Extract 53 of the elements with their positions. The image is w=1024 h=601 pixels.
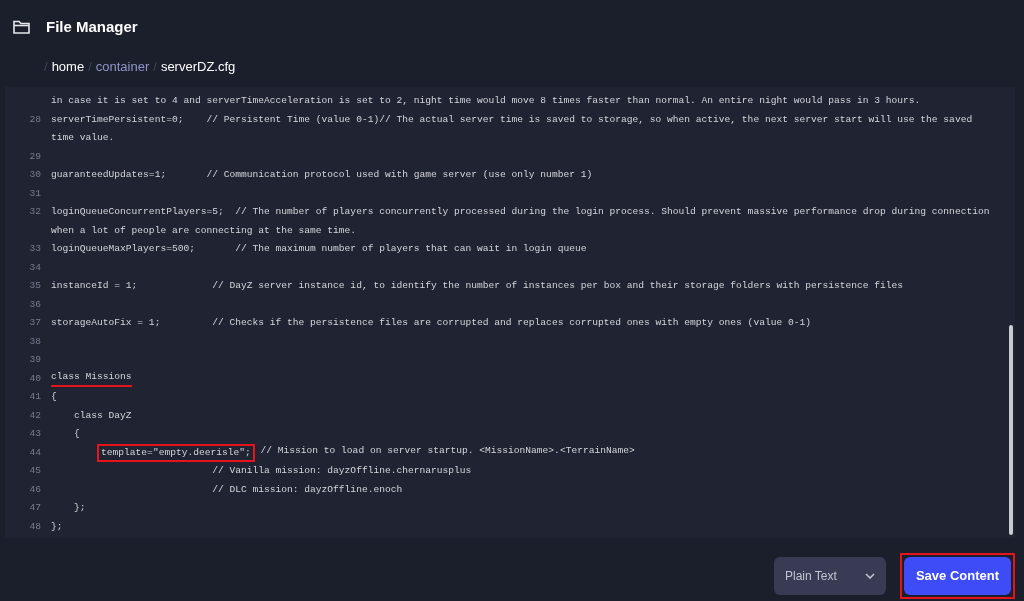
code-line: instanceId = 1; // DayZ server instance id, to identify the number of instances per box and their storage folders with persistence files [51,279,904,294]
code-line: serverTimePersistent=0; // Persistent Time (value 0-1)// The actual server time is saved to storage, so when active, the next server start will use the saved [51,112,973,127]
line-number: 35 [28,279,42,294]
code-line: in case it is set to 4 and serverTimeAcceleration is set to 2, night time would move 8 times faster than normal. An entire night would pass in 3 hours. [51,94,921,109]
line-number: 39 [28,353,42,368]
breadcrumb-separator: / [44,58,48,77]
line-number: 36 [28,297,42,312]
code-line: loginQueueConcurrentPlayers=5; // The number of players concurrently processed during the login process. Should prevent massive performance drop during connection [51,205,990,220]
language-select[interactable]: Plain Text [774,557,886,595]
breadcrumb-link[interactable]: serverDZ.cfg [160,57,236,77]
chevron-down-icon [865,573,875,579]
code-line: // Vanilla mission: dayzOffline.chernarusplus [211,464,472,479]
line-number: 34 [28,260,42,275]
code-line: { [73,427,80,442]
code-line: when a lot of people are connecting at the same time. [51,223,357,238]
line-number: 30 [28,168,42,183]
save-button[interactable]: Save Content [904,557,1011,595]
code-line: time value. [51,131,115,146]
highlighted-code: template="empty.deerisle"; [97,443,255,462]
code-line: }; [73,501,86,516]
editor-panel[interactable] [5,87,1015,538]
code-line: guaranteedUpdates=1; // Communication protocol used with game server (use only number 1) [51,168,593,183]
code-line: }; [51,519,63,534]
scrollbar-thumb[interactable] [1009,325,1013,535]
code-line: loginQueueMaxPlayers=500; // The maximum number of players that can wait in login queue [51,242,587,257]
line-number: 45 [28,464,42,479]
line-number: 47 [28,501,42,516]
breadcrumb-link[interactable]: home [51,57,85,77]
line-number: 46 [28,482,42,497]
line-number: 38 [28,334,42,349]
code-line: { [51,390,57,405]
line-number: 37 [28,316,42,331]
code-line: // DLC mission: dayzOffline.enoch [211,482,403,497]
page-title: File Manager [46,16,138,37]
line-number: 32 [28,205,42,220]
line-number: 28 [28,112,42,127]
line-number: 48 [28,519,42,534]
line-number: 31 [28,186,42,201]
breadcrumb-separator: / [153,58,157,77]
line-number: 44 [28,445,42,460]
line-number: 41 [28,390,42,405]
line-number: 29 [28,149,42,164]
line-number: 33 [28,242,42,257]
line-number: 40 [28,371,42,386]
code-line: // Mission to load on server startup. <MissionName>.<TerrainName> [259,443,635,458]
highlighted-code: class Missions [51,370,132,388]
breadcrumb-separator: / [88,58,92,77]
code-line: storageAutoFix = 1; // Checks if the persistence files are corrupted and replaces corrupted ones with empty ones (value 0-1) [51,316,811,331]
folder-icon [12,18,32,36]
code-line: class DayZ [73,408,132,423]
line-number: 42 [28,408,42,423]
breadcrumb-link[interactable]: container [95,57,150,77]
line-number: 43 [28,427,42,442]
